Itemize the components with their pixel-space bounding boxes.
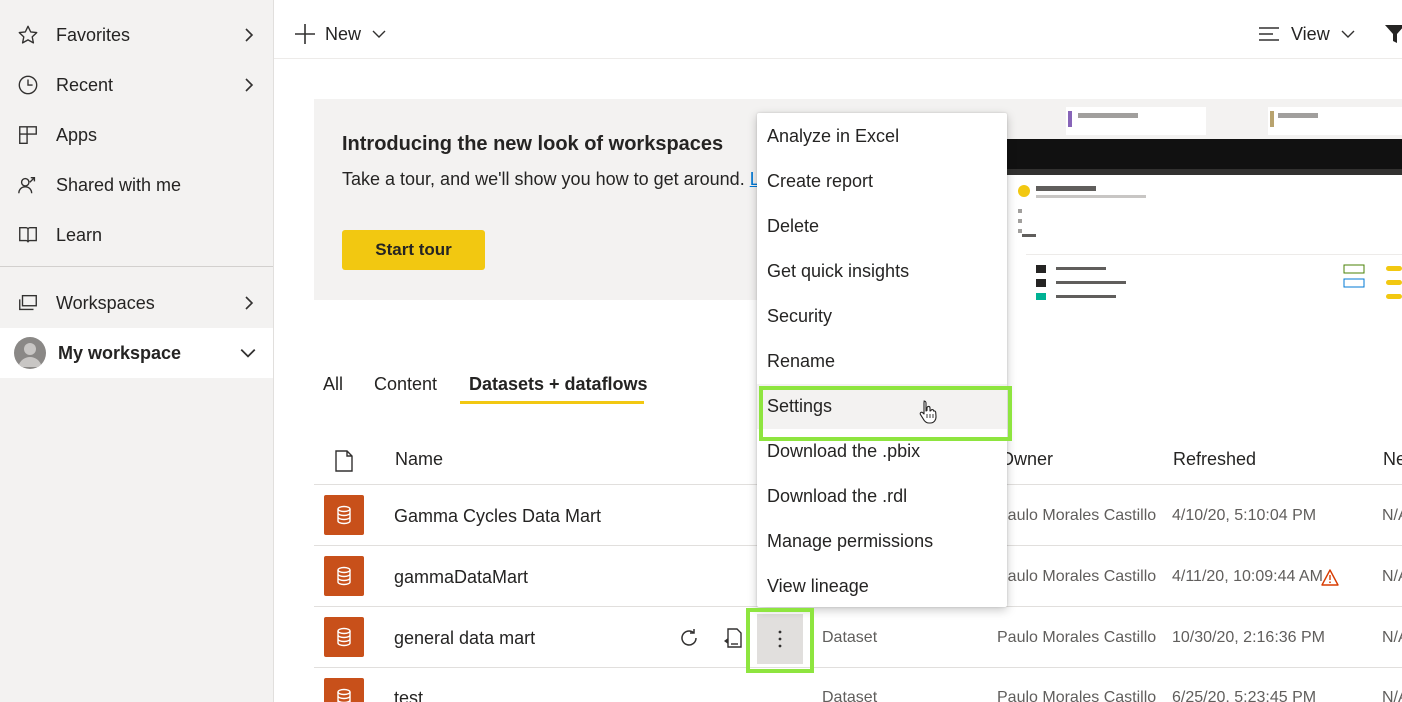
apps-icon — [16, 123, 40, 147]
plus-icon — [295, 24, 315, 44]
column-header-owner[interactable]: Owner — [1000, 449, 1053, 470]
sidebar-item-apps[interactable]: Apps — [0, 110, 273, 160]
column-header-refreshed[interactable]: Refreshed — [1173, 449, 1256, 470]
selected-tab-indicator — [460, 401, 644, 404]
owner-cell: Paulo Morales Castillo — [997, 689, 1157, 702]
sidebar-item-label: Shared with me — [56, 174, 182, 195]
refreshed-cell: 6/25/20, 5:23:45 PM — [1172, 689, 1317, 702]
next-refresh-cell: N/A — [1382, 507, 1402, 524]
menu-item-view-lineage[interactable]: View lineage — [757, 564, 1007, 609]
type-cell: Dataset — [822, 689, 878, 702]
column-header-next-refresh[interactable]: Ne — [1383, 449, 1402, 470]
owner-cell: Paulo Morales Castillo — [997, 507, 1157, 524]
file-type-icon — [335, 450, 353, 472]
sidebar-item-workspaces[interactable]: Workspaces — [0, 278, 273, 328]
tab-datasets-dataflows[interactable]: Datasets + dataflows — [469, 374, 648, 395]
menu-item-rename[interactable]: Rename — [757, 339, 1007, 384]
tab-all[interactable]: All — [323, 374, 343, 395]
menu-item-analyze-in-excel[interactable]: Analyze in Excel — [757, 114, 1007, 159]
view-button-label: View — [1291, 23, 1330, 44]
dataset-icon — [324, 678, 364, 702]
hand-cursor-icon — [919, 400, 937, 424]
sidebar-item-shared-with-me[interactable]: Shared with me — [0, 160, 273, 210]
dataset-icon — [324, 556, 364, 596]
refreshed-cell: 4/10/20, 5:10:04 PM — [1172, 507, 1317, 524]
menu-item-download-rdl[interactable]: Download the .rdl — [757, 474, 1007, 519]
workspace-preview-image — [1006, 99, 1402, 300]
sidebar-item-learn[interactable]: Learn — [0, 210, 273, 260]
avatar — [14, 337, 46, 369]
refresh-icon[interactable] — [678, 627, 700, 649]
workspaces-icon — [16, 291, 40, 315]
sidebar-item-my-workspace[interactable]: My workspace — [0, 328, 273, 378]
new-button[interactable]: New — [294, 20, 387, 48]
refreshed-cell: 4/11/20, 10:09:44 AM — [1172, 568, 1323, 585]
dataset-icon — [324, 617, 364, 657]
shared-icon — [16, 173, 40, 197]
menu-item-create-report[interactable]: Create report — [757, 159, 1007, 204]
row-divider — [314, 667, 1402, 668]
filter-icon[interactable] — [1384, 24, 1402, 44]
top-toolbar: New View — [274, 0, 1402, 59]
banner-title: Introducing the new look of workspaces — [342, 133, 724, 155]
sidebar-item-label: My workspace — [58, 342, 182, 363]
sidebar-item-label: Learn — [56, 224, 103, 245]
column-header-name[interactable]: Name — [395, 449, 443, 470]
sidebar-item-label: Apps — [56, 124, 98, 145]
owner-cell: Paulo Morales Castillo — [997, 568, 1157, 585]
star-icon — [16, 23, 40, 47]
chevron-down-icon — [240, 348, 256, 358]
chevron-down-icon — [372, 30, 386, 38]
start-tour-button[interactable]: Start tour — [342, 230, 485, 270]
view-button[interactable]: View — [1258, 20, 1356, 48]
banner-description: Take a tour, and we'll show you how to g… — [342, 169, 745, 189]
next-refresh-cell: N/A — [1382, 629, 1402, 646]
book-icon — [16, 223, 40, 247]
sidebar-item-label: Favorites — [56, 24, 131, 45]
warning-icon[interactable] — [1321, 569, 1339, 586]
sidebar: Favorites Recent Apps Shared with me Lea… — [0, 0, 274, 702]
dataset-name[interactable]: test — [394, 688, 423, 702]
chevron-right-icon — [245, 28, 254, 42]
settings-highlight — [759, 386, 1012, 441]
owner-cell: Paulo Morales Castillo — [997, 629, 1157, 646]
dataset-name[interactable]: general data mart — [394, 628, 535, 649]
sidebar-divider — [0, 266, 273, 267]
next-refresh-cell: N/A — [1382, 689, 1402, 702]
chevron-right-icon — [245, 296, 254, 310]
more-options-highlight — [746, 608, 814, 673]
menu-item-delete[interactable]: Delete — [757, 204, 1007, 249]
sidebar-item-label: Workspaces — [56, 292, 155, 313]
sidebar-item-recent[interactable]: Recent — [0, 60, 273, 110]
sidebar-item-favorites[interactable]: Favorites — [0, 10, 273, 60]
context-menu: Analyze in Excel Create report Delete Ge… — [757, 113, 1007, 607]
dataset-name[interactable]: Gamma Cycles Data Mart — [394, 506, 601, 527]
type-cell: Dataset — [822, 629, 878, 646]
new-button-label: New — [325, 23, 362, 44]
chevron-down-icon — [1341, 30, 1355, 38]
tab-content[interactable]: Content — [374, 374, 437, 395]
dataset-name[interactable]: gammaDataMart — [394, 567, 528, 588]
list-view-icon — [1259, 27, 1279, 41]
chevron-right-icon — [245, 78, 254, 92]
schedule-refresh-icon[interactable] — [722, 627, 744, 649]
dataset-icon — [324, 495, 364, 535]
sidebar-item-label: Recent — [56, 74, 114, 95]
banner-text: Take a tour, and we'll show you how to g… — [342, 169, 770, 190]
menu-item-manage-permissions[interactable]: Manage permissions — [757, 519, 1007, 564]
menu-item-security[interactable]: Security — [757, 294, 1007, 339]
clock-icon — [16, 73, 40, 97]
refreshed-cell: 10/30/20, 2:16:36 PM — [1172, 629, 1325, 646]
next-refresh-cell: N/A — [1382, 568, 1402, 585]
menu-item-get-quick-insights[interactable]: Get quick insights — [757, 249, 1007, 294]
